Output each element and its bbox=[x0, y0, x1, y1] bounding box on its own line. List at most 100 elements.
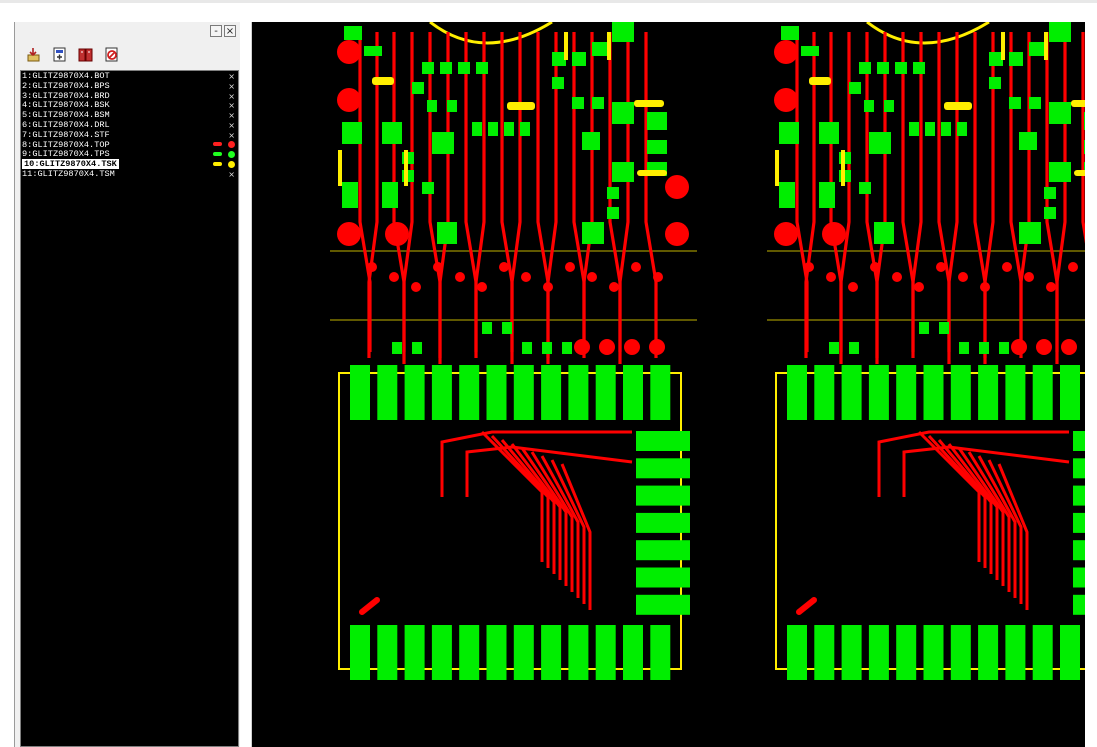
connector-pin bbox=[541, 365, 562, 420]
layer-hidden-icon[interactable]: × bbox=[213, 82, 235, 91]
smd-pad bbox=[520, 122, 530, 136]
via bbox=[565, 262, 575, 272]
via bbox=[936, 262, 946, 272]
smd-pad bbox=[877, 62, 889, 74]
smd-pad bbox=[999, 342, 1009, 354]
connector-pin bbox=[431, 625, 452, 680]
connector-pin bbox=[1073, 540, 1085, 561]
smd-pad bbox=[941, 122, 951, 136]
smd-pad bbox=[572, 52, 586, 66]
layer-name: 2:GLITZ9870X4.BPS bbox=[22, 80, 110, 91]
smd-pad bbox=[476, 62, 488, 74]
layer-name: 1:GLITZ9870X4.BOT bbox=[22, 71, 110, 81]
via bbox=[411, 282, 421, 292]
delete-layer-icon[interactable] bbox=[103, 46, 120, 63]
via bbox=[804, 262, 814, 272]
connector-pin bbox=[459, 625, 480, 680]
via-pad bbox=[774, 222, 798, 246]
copper-trace bbox=[875, 32, 887, 364]
layer-hidden-icon[interactable]: × bbox=[213, 170, 235, 179]
connector-pin bbox=[950, 365, 971, 420]
layer-swatch-line bbox=[213, 142, 222, 147]
copper-trace bbox=[644, 32, 658, 358]
silkscreen-mark bbox=[564, 32, 568, 60]
smd-pad bbox=[562, 342, 572, 354]
open-file-icon[interactable] bbox=[25, 46, 42, 63]
smd-pad bbox=[1029, 97, 1041, 109]
via-pad bbox=[774, 40, 798, 64]
smd-pad bbox=[913, 62, 925, 74]
via bbox=[1068, 262, 1078, 272]
silkscreen-mark bbox=[372, 77, 394, 85]
layer-name: 8:GLITZ9870X4.TOP bbox=[22, 139, 110, 150]
smd-pad bbox=[1009, 52, 1023, 66]
smd-pad bbox=[412, 82, 424, 94]
smd-pad bbox=[1049, 162, 1071, 182]
connector-pin bbox=[1073, 512, 1085, 533]
layer-hidden-icon[interactable]: × bbox=[213, 111, 235, 120]
smd-pad bbox=[959, 342, 969, 354]
copper-trace bbox=[1019, 32, 1031, 358]
via bbox=[653, 272, 663, 282]
connector-pin bbox=[486, 625, 507, 680]
layer-hidden-icon[interactable]: × bbox=[213, 101, 235, 110]
connector-pin bbox=[1032, 625, 1053, 680]
smd-pad bbox=[607, 207, 619, 219]
book-icon[interactable] bbox=[77, 46, 94, 63]
connector-pin bbox=[486, 365, 507, 420]
smd-pad bbox=[422, 182, 434, 194]
connector-pin bbox=[636, 485, 690, 506]
silkscreen-mark bbox=[944, 102, 972, 110]
add-layer-icon[interactable] bbox=[51, 46, 68, 63]
smd-pad bbox=[472, 122, 482, 136]
layer-color-indicator[interactable] bbox=[213, 141, 235, 150]
smd-pad bbox=[779, 122, 799, 144]
connector-pin bbox=[868, 625, 889, 680]
pcb-canvas[interactable] bbox=[252, 22, 1085, 747]
via bbox=[914, 282, 924, 292]
via-pad bbox=[1061, 339, 1077, 355]
smd-pad bbox=[819, 122, 839, 144]
connector-pin bbox=[1060, 625, 1080, 680]
copper-trace bbox=[796, 597, 817, 615]
smd-pad bbox=[925, 122, 935, 136]
smd-pad bbox=[989, 77, 1001, 89]
connector-pin bbox=[1073, 485, 1085, 506]
panel-minimize-button[interactable]: - bbox=[210, 25, 222, 37]
smd-pad bbox=[989, 52, 1003, 66]
smd-pad bbox=[592, 42, 608, 56]
smd-pad bbox=[849, 342, 859, 354]
connector-pin bbox=[896, 625, 917, 680]
smd-pad bbox=[1029, 42, 1045, 56]
smd-pad bbox=[432, 132, 454, 154]
panel-close-button[interactable]: × bbox=[224, 25, 236, 37]
via-pad bbox=[665, 222, 689, 246]
layer-name: 4:GLITZ9870X4.BSK bbox=[22, 100, 110, 111]
layer-hidden-icon[interactable]: × bbox=[213, 131, 235, 140]
layer-color-indicator[interactable] bbox=[213, 160, 235, 169]
layer-hidden-icon[interactable]: × bbox=[213, 92, 235, 101]
layer-hidden-icon[interactable]: × bbox=[213, 121, 235, 130]
copper-trace bbox=[947, 32, 959, 352]
smd-pad bbox=[829, 342, 839, 354]
smd-pad bbox=[819, 182, 835, 208]
copper-trace bbox=[359, 597, 380, 615]
layer-row[interactable]: 11:GLITZ9870X4.TSM × bbox=[21, 169, 238, 180]
copper-trace bbox=[839, 32, 851, 352]
connector-pin bbox=[841, 365, 862, 420]
smd-pad bbox=[919, 322, 929, 334]
smd-pad bbox=[939, 322, 949, 334]
smd-pad bbox=[859, 182, 871, 194]
layer-hidden-icon[interactable]: × bbox=[213, 72, 235, 81]
panel-splitter[interactable] bbox=[240, 22, 252, 747]
silkscreen-mark bbox=[775, 150, 779, 186]
smd-pad bbox=[909, 122, 919, 136]
via bbox=[587, 272, 597, 282]
layer-color-indicator[interactable] bbox=[213, 150, 235, 159]
pcb-board-view[interactable] bbox=[252, 22, 1085, 747]
via-pad bbox=[1036, 339, 1052, 355]
smd-pad bbox=[612, 22, 634, 42]
board-panel-left bbox=[330, 22, 697, 680]
connector-pin bbox=[623, 625, 643, 680]
layer-name: 6:GLITZ9870X4.DRL bbox=[22, 119, 110, 130]
